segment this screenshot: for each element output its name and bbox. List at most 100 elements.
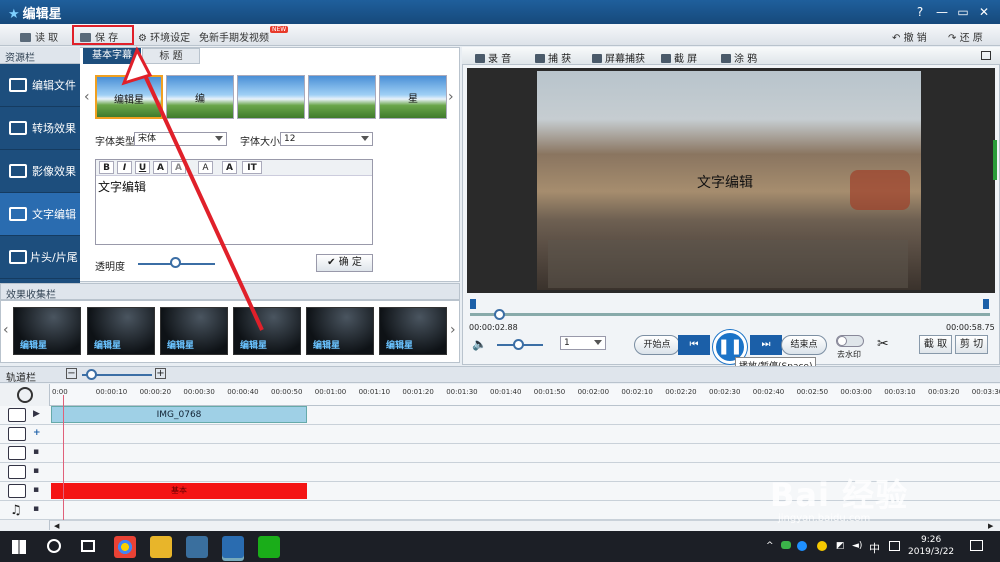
chrome-icon[interactable] xyxy=(114,536,136,558)
scroll-left-icon[interactable]: ◀ xyxy=(54,522,59,530)
search-icon[interactable] xyxy=(47,539,61,553)
ok-button[interactable]: ✔ 确 定 xyxy=(316,254,373,272)
ime-mode-icon[interactable] xyxy=(889,541,900,551)
sidebar-item-text-edit[interactable]: 文字编辑 xyxy=(0,193,80,236)
scissors-icon[interactable]: ✂ xyxy=(877,336,889,352)
template-thumb[interactable] xyxy=(237,75,305,119)
chevron-left-icon[interactable]: ‹ xyxy=(84,89,90,105)
effect-thumb[interactable]: 编辑星 xyxy=(87,307,155,355)
playback-handle[interactable] xyxy=(494,309,505,320)
cut-button[interactable]: 截 取 xyxy=(919,335,952,354)
undo-button[interactable]: ↶ 撤 销 xyxy=(892,29,927,44)
notification-icon[interactable] xyxy=(970,540,983,551)
sidebar-item-edit-file[interactable]: 编辑文件 xyxy=(0,64,80,107)
range-start-marker[interactable] xyxy=(470,299,476,309)
zoom-in-button[interactable]: + xyxy=(155,368,166,379)
tray-expand-icon[interactable]: ^ xyxy=(766,541,774,551)
task-view-icon[interactable] xyxy=(81,540,95,552)
font-color-button[interactable]: A xyxy=(153,161,168,174)
video-clip[interactable]: IMG_0768 xyxy=(51,406,307,423)
underline-button[interactable]: U xyxy=(135,161,150,174)
volume-icon[interactable]: ◄) xyxy=(852,541,862,551)
speaker-icon[interactable]: 🔈 xyxy=(472,337,487,351)
network-icon[interactable]: ◩ xyxy=(836,541,845,551)
lock-icon[interactable]: ▪ xyxy=(33,504,39,514)
ime-indicator[interactable]: 中 xyxy=(869,540,880,556)
restore-button[interactable]: ▭ xyxy=(955,4,971,20)
file-explorer-icon[interactable] xyxy=(150,536,172,558)
chevron-right-icon[interactable]: › xyxy=(448,89,454,105)
chevron-left-icon[interactable]: ‹ xyxy=(3,322,9,338)
windows-start-icon[interactable] xyxy=(12,540,26,554)
scroll-right-icon[interactable]: ▶ xyxy=(988,522,993,530)
effect-thumb[interactable]: 编辑星 xyxy=(160,307,228,355)
settings-button[interactable]: ⚙ 环境设定 xyxy=(138,29,190,44)
effect-thumb[interactable]: 编辑星 xyxy=(13,307,81,355)
effect-thumb-label: 编辑星 xyxy=(386,341,414,351)
effect-thumb[interactable]: 编辑星 xyxy=(233,307,301,355)
start-point-button[interactable]: 开始点 xyxy=(634,335,680,355)
add-icon[interactable]: + xyxy=(33,428,41,438)
italic-button[interactable]: I xyxy=(117,161,132,174)
lock-icon[interactable]: ▪ xyxy=(33,485,39,495)
minimize-button[interactable]: — xyxy=(934,4,950,20)
timeline-playhead[interactable] xyxy=(63,395,64,525)
speed-select[interactable]: 1 xyxy=(560,336,606,350)
screen-capture-button[interactable]: 屏幕捕获 xyxy=(592,50,645,65)
template-thumb[interactable]: 星 xyxy=(379,75,447,119)
help-button[interactable]: ? xyxy=(912,4,928,20)
wechat-icon[interactable] xyxy=(258,536,280,558)
playback-progress-track[interactable] xyxy=(470,313,990,316)
sidebar-item-intro-outro[interactable]: 片头/片尾 xyxy=(0,236,80,279)
outline-button[interactable]: A xyxy=(198,161,213,174)
effect-thumb[interactable]: 编辑星 xyxy=(379,307,447,355)
tray-app-icon[interactable] xyxy=(797,541,807,551)
template-thumb[interactable]: 编 xyxy=(166,75,234,119)
zoom-slider-handle[interactable] xyxy=(86,369,97,380)
tray-app-icon[interactable] xyxy=(817,541,827,551)
template-thumb[interactable]: 编辑星 xyxy=(95,75,163,119)
read-button[interactable]: 读 取 xyxy=(20,29,58,44)
font-size-select[interactable]: 12 xyxy=(280,132,373,146)
expand-icon[interactable]: ▶ xyxy=(33,409,40,419)
fill-button[interactable]: A xyxy=(222,161,237,174)
effect-thumb[interactable]: 编辑星 xyxy=(306,307,374,355)
system-clock[interactable]: 9:26 2019/3/22 xyxy=(908,534,954,558)
template-thumb[interactable] xyxy=(308,75,376,119)
sidebar-item-transition[interactable]: 转场效果 xyxy=(0,107,80,150)
wechat-tray-icon[interactable] xyxy=(781,541,791,549)
font-type-select[interactable]: 宋体 xyxy=(134,132,227,146)
volume-slider-handle[interactable] xyxy=(513,339,524,350)
text-clip[interactable]: 基本 xyxy=(51,483,307,499)
bold-button[interactable]: B xyxy=(99,161,114,174)
end-point-button[interactable]: 结束点 xyxy=(781,335,827,355)
zoom-out-button[interactable]: − xyxy=(66,368,77,379)
paint-icon[interactable] xyxy=(186,536,208,558)
opacity-slider-handle[interactable] xyxy=(170,257,181,268)
sidebar-item-image-effect[interactable]: 影像效果 xyxy=(0,150,80,193)
editor-app-icon[interactable] xyxy=(222,536,244,558)
tab-basic-subtitle[interactable]: 基本字幕 xyxy=(83,48,141,64)
screenshot-button[interactable]: 截 屏 xyxy=(661,50,697,65)
promo-link[interactable]: 免新手期发视频 xyxy=(199,29,269,44)
next-icon[interactable]: ⏭ xyxy=(750,335,782,355)
previous-icon[interactable]: ⏮ xyxy=(678,335,710,355)
baidu-watermark: Bai 经验 xyxy=(770,476,909,514)
monitor-icon xyxy=(592,54,602,63)
record-button[interactable]: 录 音 xyxy=(475,50,511,65)
lock-icon[interactable]: ▪ xyxy=(33,447,39,457)
maximize-preview-icon[interactable] xyxy=(981,51,991,60)
microphone-icon xyxy=(475,54,485,63)
lock-icon[interactable]: ▪ xyxy=(33,466,39,476)
shadow-button[interactable]: A xyxy=(171,161,186,174)
text-editor[interactable]: B I U A A A A IT 文字编辑 xyxy=(95,159,373,245)
range-end-marker[interactable] xyxy=(983,299,989,309)
tab-title[interactable]: 标 题 xyxy=(142,48,200,64)
close-button[interactable]: ✕ xyxy=(976,4,992,20)
text-direction-button[interactable]: IT xyxy=(242,161,262,174)
trim-button[interactable]: 剪 切 xyxy=(955,335,988,354)
doodle-button[interactable]: 涂 鸦 xyxy=(721,50,757,65)
redo-button[interactable]: ↷ 还 原 xyxy=(948,29,983,44)
capture-button[interactable]: 捕 获 xyxy=(535,50,571,65)
chevron-right-icon[interactable]: › xyxy=(450,322,456,338)
